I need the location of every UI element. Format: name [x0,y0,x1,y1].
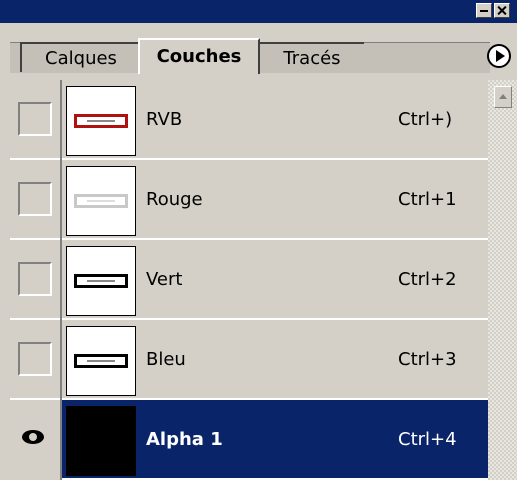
channel-shortcut: Ctrl+) [398,109,453,130]
visibility-toggle[interactable] [18,262,52,296]
thumbnail-shape [74,114,128,128]
channel-thumbnail [66,86,136,156]
channel-thumbnail [66,246,136,316]
channel-row-bleu[interactable]: Bleu Ctrl+3 [10,320,488,400]
minimize-icon[interactable] [476,3,492,18]
channel-row-alpha-1[interactable]: Alpha 1 Ctrl+4 [10,400,488,480]
scroll-up-icon[interactable] [494,86,512,108]
row-divider [60,80,62,160]
channel-row-rouge[interactable]: Rouge Ctrl+1 [10,160,488,240]
tab-calques[interactable]: Calques [20,42,140,72]
visibility-toggle[interactable] [18,102,52,136]
channel-thumbnail [66,166,136,236]
channel-name: Rouge [146,189,203,210]
channels-panel: Calques Tracés Couches RVB Ctrl+) Rouge … [0,0,517,480]
channel-row-rvb[interactable]: RVB Ctrl+) [10,80,488,160]
row-divider [60,160,62,240]
eye-icon[interactable] [22,430,44,444]
channel-shortcut: Ctrl+1 [398,189,457,210]
channel-thumbnail [66,326,136,396]
tab-couches[interactable]: Couches [138,38,260,74]
visibility-toggle[interactable] [18,342,52,376]
tab-traces[interactable]: Tracés [258,42,364,72]
close-icon[interactable] [494,3,510,18]
thumbnail-shape [74,274,128,288]
channel-name: Alpha 1 [146,429,223,450]
thumbnail-shape [74,194,128,208]
channel-list: RVB Ctrl+) Rouge Ctrl+1 Vert Ctrl+2 Bleu… [10,80,488,480]
channel-name: Vert [146,269,183,290]
panel-title-bar[interactable] [0,0,517,23]
vertical-scrollbar[interactable] [488,80,517,480]
channel-shortcut: Ctrl+3 [398,349,457,370]
row-divider [60,320,62,400]
row-divider [60,400,62,480]
channel-shortcut: Ctrl+2 [398,269,457,290]
thumbnail-shape [74,354,128,368]
arrow-right-circle-icon[interactable] [487,44,511,68]
channel-shortcut: Ctrl+4 [398,429,457,450]
channel-row-vert[interactable]: Vert Ctrl+2 [10,240,488,320]
row-divider [60,240,62,320]
channel-name: Bleu [146,349,186,370]
visibility-toggle[interactable] [18,182,52,216]
channel-name: RVB [146,109,183,130]
channel-thumbnail [66,406,136,476]
